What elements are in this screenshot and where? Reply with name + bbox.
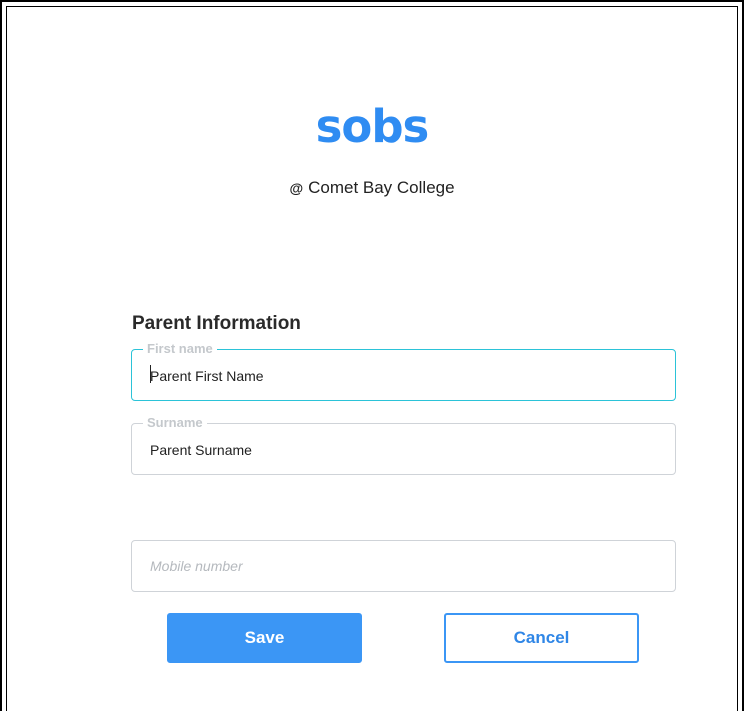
section-title: Parent Information (132, 313, 301, 334)
first-name-field[interactable]: First name Parent First Name (131, 341, 676, 401)
sobs-logo: sobs (315, 100, 430, 153)
save-button[interactable]: Save (167, 613, 362, 663)
surname-label: Surname (143, 415, 207, 431)
at-symbol: @ (289, 180, 304, 196)
page-frame: sobs @ Comet Bay College Parent Informati… (0, 0, 744, 711)
first-name-label: First name (143, 341, 217, 357)
school-subtitle: @ Comet Bay College (2, 178, 742, 198)
school-name: Comet Bay College (308, 178, 455, 197)
mobile-number-field[interactable]: Mobile number (131, 540, 676, 592)
first-name-value: Parent First Name (150, 368, 264, 384)
surname-field[interactable]: Surname Parent Surname (131, 415, 676, 475)
cancel-button[interactable]: Cancel (444, 613, 639, 663)
surname-value: Parent Surname (150, 442, 252, 458)
mobile-number-placeholder: Mobile number (150, 558, 243, 574)
